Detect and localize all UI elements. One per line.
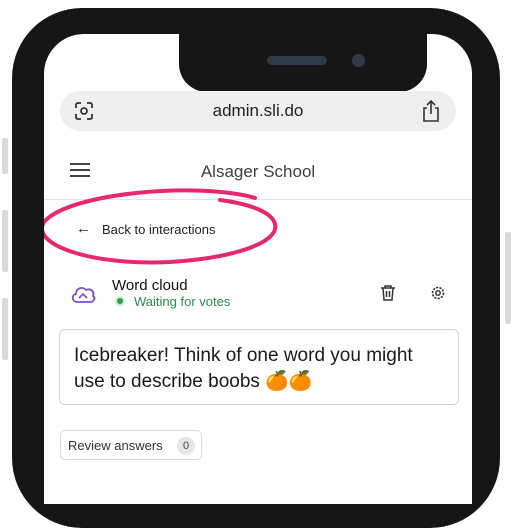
side-button-left-middle	[2, 210, 8, 272]
review-answers-label[interactable]: Review answers	[68, 438, 163, 453]
word-cloud-icon	[71, 287, 96, 303]
url-text[interactable]: admin.sli.do	[60, 101, 456, 121]
back-link-label[interactable]: Back to interactions	[102, 222, 215, 237]
question-card: Icebreaker! Think of one word you might …	[59, 329, 459, 405]
side-button-right	[505, 232, 511, 324]
share-icon[interactable]	[420, 99, 442, 123]
page-title: Alsager School	[200, 162, 316, 181]
phone-screen: admin.sli.do Alsager School ← Back to in…	[44, 34, 472, 504]
front-camera	[352, 54, 365, 67]
phone-notch	[179, 34, 427, 92]
side-button-left-top	[2, 138, 8, 174]
poll-type-label: Word cloud	[112, 277, 188, 294]
side-button-left-bottom	[2, 298, 8, 360]
review-answers-button[interactable]: Review answers 0	[60, 430, 202, 460]
trash-icon[interactable]	[380, 284, 396, 302]
status-dot	[117, 298, 123, 304]
address-bar[interactable]: admin.sli.do	[60, 91, 456, 131]
poll-status: Waiting for votes	[134, 294, 231, 309]
gear-icon[interactable]	[429, 284, 447, 302]
speaker-grille	[267, 56, 327, 65]
review-count-badge: 0	[177, 437, 195, 455]
back-to-interactions-link[interactable]: Back to interactions	[80, 222, 215, 237]
